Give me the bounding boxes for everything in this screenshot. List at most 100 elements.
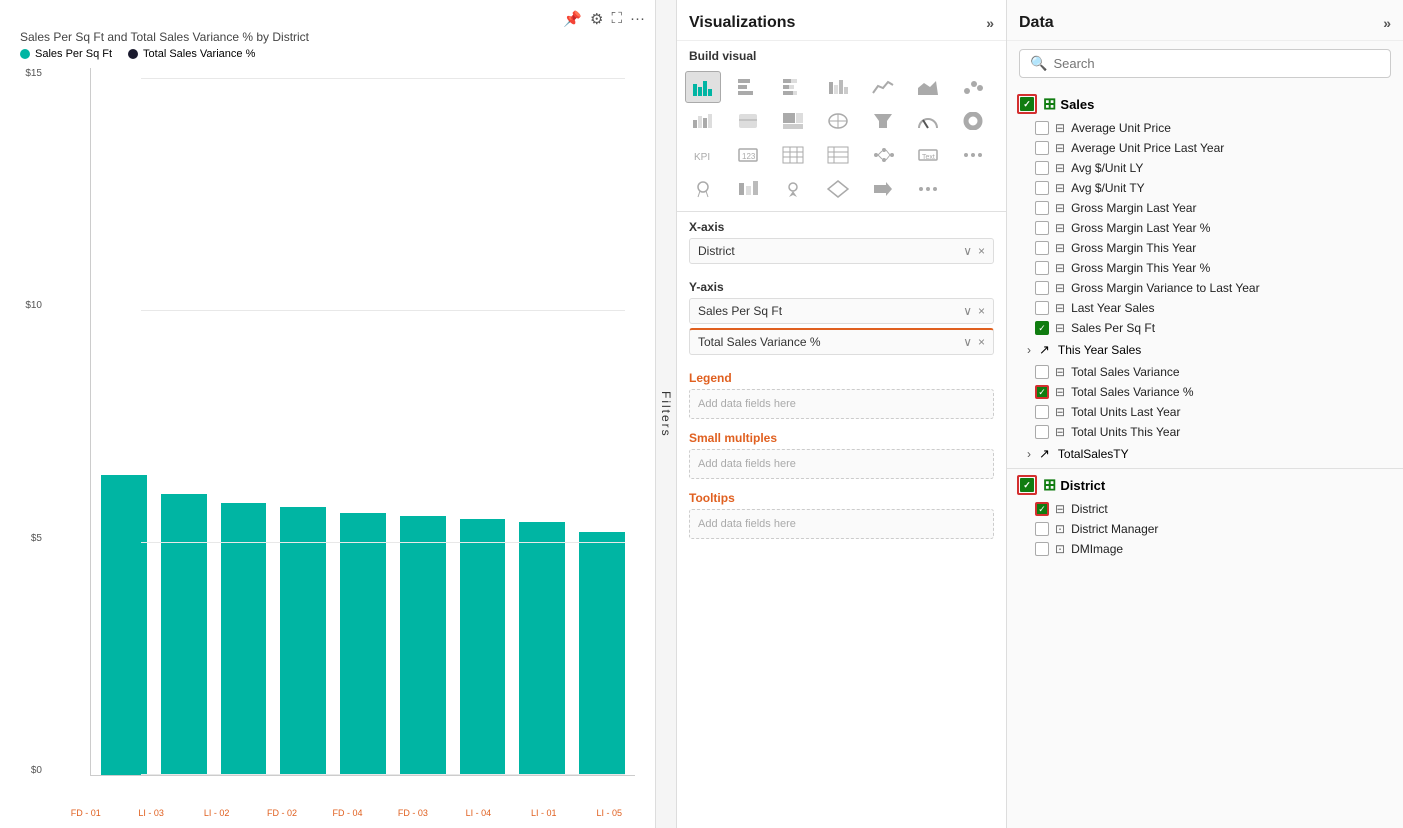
viz-icon-arrow-right[interactable] xyxy=(865,173,901,205)
legend-add-fields[interactable]: Add data fields here xyxy=(689,389,994,419)
x-axis-field[interactable]: District ∨ × xyxy=(689,238,994,264)
y-axis-field-1[interactable]: Sales Per Sq Ft ∨ × xyxy=(689,298,994,324)
viz-icon-funnel[interactable] xyxy=(865,105,901,137)
viz-icon-text-box[interactable]: Text xyxy=(910,139,946,171)
checkbox-district-manager[interactable] xyxy=(1035,522,1049,536)
checkbox-total-sales-variance[interactable] xyxy=(1035,365,1049,379)
more-icon[interactable]: ··· xyxy=(630,10,645,28)
y-axis-field-1-remove[interactable]: × xyxy=(978,304,985,318)
checkbox-total-units-ty[interactable] xyxy=(1035,425,1049,439)
viz-icon-clustered-bar[interactable] xyxy=(820,71,856,103)
data-panel-chevron-right[interactable]: » xyxy=(1383,15,1391,31)
filter-icon[interactable]: ⚙ xyxy=(590,10,603,28)
tree-item-total-units-ly[interactable]: ⊟ Total Units Last Year xyxy=(1007,402,1403,422)
bar-group-li-03[interactable] xyxy=(161,494,207,775)
x-axis-chevron[interactable]: ∨ xyxy=(963,244,972,258)
viz-icon-more[interactable] xyxy=(955,139,991,171)
viz-icon-table[interactable] xyxy=(775,139,811,171)
viz-icon-treemap[interactable] xyxy=(775,105,811,137)
viz-icon-bar-chart[interactable] xyxy=(685,71,721,103)
tree-item-gross-margin-ty-pct[interactable]: ⊟ Gross Margin This Year % xyxy=(1007,258,1403,278)
viz-panel-chevron-right[interactable]: » xyxy=(986,15,994,31)
district-group-checkbox-wrapper[interactable]: ✓ xyxy=(1017,475,1037,495)
sales-group-header[interactable]: ✓ ⊞ Sales xyxy=(1007,90,1403,118)
tree-item-gross-margin-variance[interactable]: ⊟ Gross Margin Variance to Last Year xyxy=(1007,278,1403,298)
chart-area: 📌 ⚙ ⛶ ··· Sales Per Sq Ft and Total Sale… xyxy=(0,0,655,828)
viz-icon-ribbon[interactable] xyxy=(730,105,766,137)
bar-group-li-05[interactable] xyxy=(579,532,625,775)
viz-icon-scatter[interactable] xyxy=(955,71,991,103)
tree-item-avg-unit-price[interactable]: ⊟ Average Unit Price xyxy=(1007,118,1403,138)
pin-icon[interactable]: 📌 xyxy=(563,10,582,28)
viz-icon-waterfall[interactable] xyxy=(685,105,721,137)
checkbox-avg-unit-price[interactable] xyxy=(1035,121,1049,135)
bar-group-fd-03[interactable] xyxy=(400,516,446,775)
search-input[interactable] xyxy=(1053,56,1380,71)
viz-icon-matrix[interactable] xyxy=(820,139,856,171)
y-axis-field-2-chevron[interactable]: ∨ xyxy=(963,335,972,349)
viz-icon-decomp-tree[interactable] xyxy=(865,139,901,171)
district-group-header[interactable]: ✓ ⊞ District xyxy=(1007,471,1403,499)
viz-icon-area-chart[interactable] xyxy=(910,71,946,103)
x-axis-remove[interactable]: × xyxy=(978,244,985,258)
tree-item-gross-margin-ly[interactable]: ⊟ Gross Margin Last Year xyxy=(1007,198,1403,218)
bar-group-li-02[interactable] xyxy=(221,503,267,775)
bar-group-li-01[interactable] xyxy=(519,522,565,775)
bar-group-fd-04[interactable] xyxy=(340,513,386,775)
checkbox-gross-margin-ly[interactable] xyxy=(1035,201,1049,215)
checkbox-total-sales-variance-pct[interactable]: ✓ xyxy=(1035,385,1049,399)
y-axis-field-2[interactable]: Total Sales Variance % ∨ × xyxy=(689,328,994,355)
bar-group-fd-01[interactable] xyxy=(101,475,147,775)
tree-item-district[interactable]: ✓ ⊟ District xyxy=(1007,499,1403,519)
checkbox-gross-margin-variance[interactable] xyxy=(1035,281,1049,295)
viz-icon-gauge[interactable] xyxy=(910,105,946,137)
viz-icon-donut[interactable] xyxy=(955,105,991,137)
tree-item-total-units-ty[interactable]: ⊟ Total Units This Year xyxy=(1007,422,1403,442)
tooltips-add-fields[interactable]: Add data fields here xyxy=(689,509,994,539)
tree-item-dmimage[interactable]: ⊡ DMImage xyxy=(1007,539,1403,559)
checkbox-avg-unit-ty[interactable] xyxy=(1035,181,1049,195)
checkbox-gross-margin-ty[interactable] xyxy=(1035,241,1049,255)
checkbox-gross-margin-ty-pct[interactable] xyxy=(1035,261,1049,275)
viz-icon-diamond[interactable] xyxy=(820,173,856,205)
checkbox-avg-unit-ly[interactable] xyxy=(1035,161,1049,175)
tree-item-sales-per-sq-ft[interactable]: ✓ ⊟ Sales Per Sq Ft xyxy=(1007,318,1403,338)
viz-icon-stacked-bar[interactable] xyxy=(775,71,811,103)
y-axis-field-2-remove[interactable]: × xyxy=(978,335,985,349)
viz-icon-map[interactable] xyxy=(820,105,856,137)
viz-icon-location[interactable] xyxy=(775,173,811,205)
viz-icon-award[interactable] xyxy=(685,173,721,205)
small-multiples-add-fields[interactable]: Add data fields here xyxy=(689,449,994,479)
checkbox-total-units-ly[interactable] xyxy=(1035,405,1049,419)
viz-icon-kpi[interactable]: KPI xyxy=(685,139,721,171)
expand-icon[interactable]: ⛶ xyxy=(611,10,622,28)
checkbox-gross-margin-ly-pct[interactable] xyxy=(1035,221,1049,235)
tree-item-avg-unit-price-ly[interactable]: ⊟ Average Unit Price Last Year xyxy=(1007,138,1403,158)
this-year-sales-subgroup[interactable]: › ↗ This Year Sales xyxy=(1007,338,1403,362)
y-axis-field-1-chevron[interactable]: ∨ xyxy=(963,304,972,318)
checkbox-avg-unit-price-ly[interactable] xyxy=(1035,141,1049,155)
tree-item-district-manager[interactable]: ⊡ District Manager xyxy=(1007,519,1403,539)
viz-icon-ellipsis[interactable] xyxy=(910,173,946,205)
sales-group-checkbox-wrapper[interactable]: ✓ xyxy=(1017,94,1037,114)
tree-item-total-sales-variance[interactable]: ⊟ Total Sales Variance xyxy=(1007,362,1403,382)
checkbox-last-year-sales[interactable] xyxy=(1035,301,1049,315)
filters-strip[interactable]: Filters xyxy=(655,0,677,828)
tree-item-gross-margin-ly-pct[interactable]: ⊟ Gross Margin Last Year % xyxy=(1007,218,1403,238)
bar-group-li-04[interactable] xyxy=(460,519,506,775)
checkbox-dmimage[interactable] xyxy=(1035,542,1049,556)
viz-icon-line-chart[interactable] xyxy=(865,71,901,103)
checkbox-sales-per-sq-ft[interactable]: ✓ xyxy=(1035,321,1049,335)
checkbox-district[interactable]: ✓ xyxy=(1035,502,1049,516)
tree-item-last-year-sales[interactable]: ⊟ Last Year Sales xyxy=(1007,298,1403,318)
bar-group-fd-02[interactable] xyxy=(280,507,326,775)
tree-item-gross-margin-ty[interactable]: ⊟ Gross Margin This Year xyxy=(1007,238,1403,258)
viz-icon-card[interactable]: 123 xyxy=(730,139,766,171)
viz-icon-bar-2[interactable] xyxy=(730,173,766,205)
total-sales-ty-subgroup[interactable]: › ↗ TotalSalesTY xyxy=(1007,442,1403,466)
viz-icon-column-chart[interactable] xyxy=(730,71,766,103)
x-label-li-02: LI - 02 xyxy=(191,808,242,818)
tree-item-avg-unit-ty[interactable]: ⊟ Avg $/Unit TY xyxy=(1007,178,1403,198)
tree-item-avg-unit-ly[interactable]: ⊟ Avg $/Unit LY xyxy=(1007,158,1403,178)
tree-item-total-sales-variance-pct[interactable]: ✓ ⊟ Total Sales Variance % xyxy=(1007,382,1403,402)
